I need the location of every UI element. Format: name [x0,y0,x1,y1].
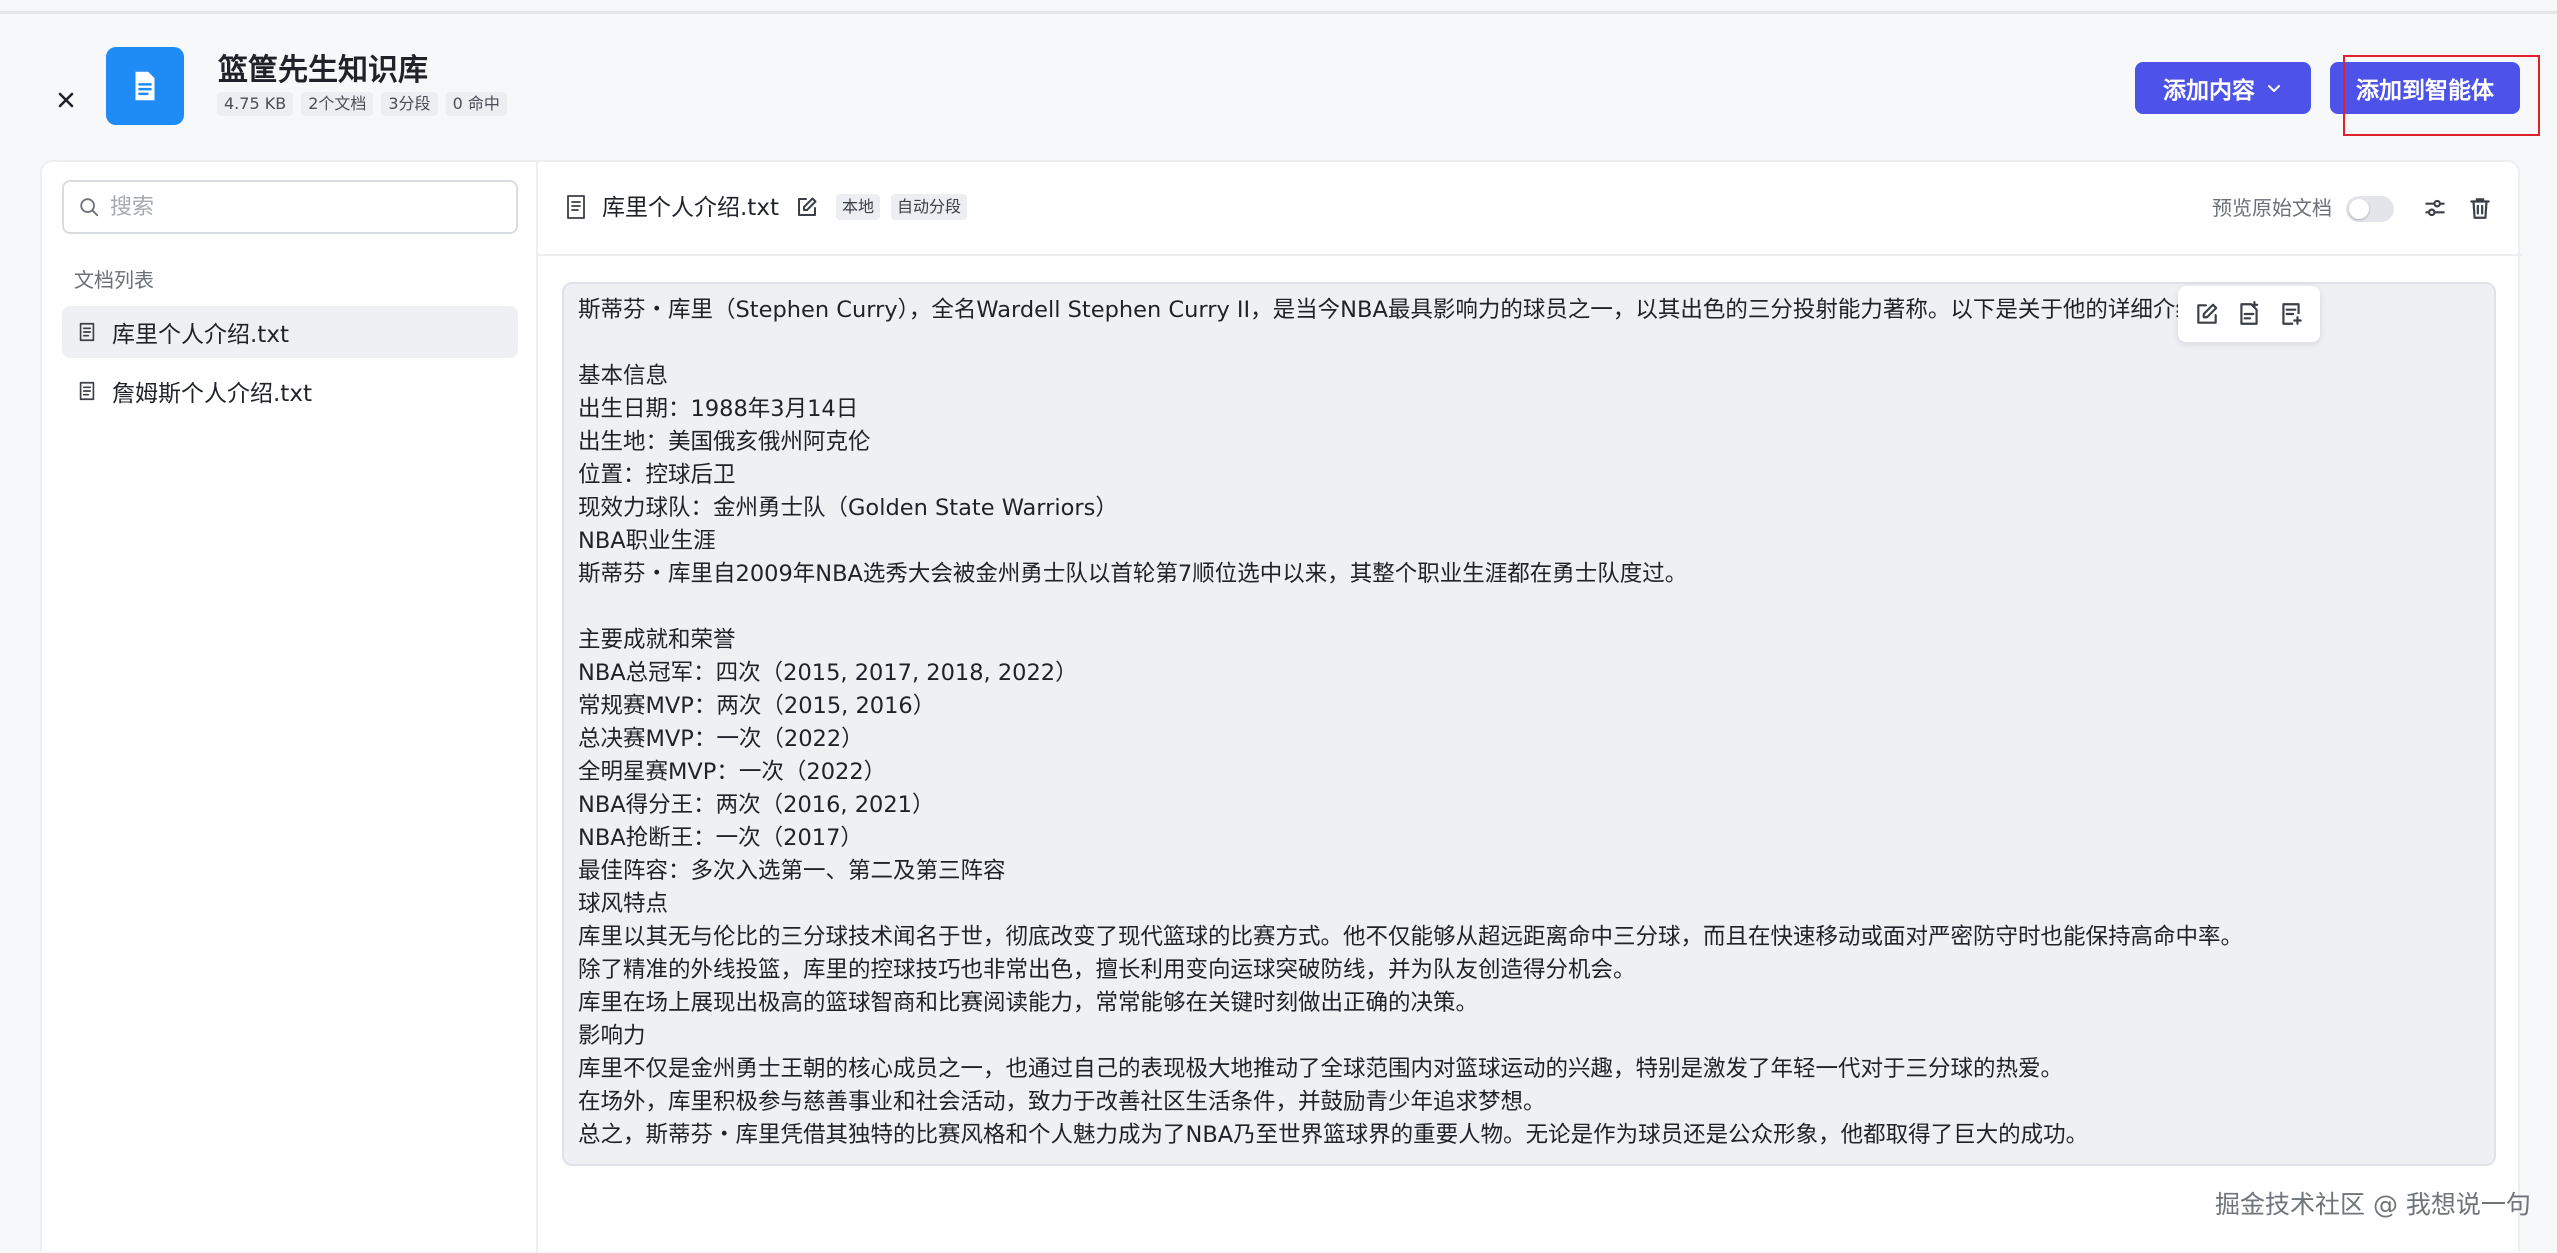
close-icon [58,92,74,108]
settings-sliders-icon [2425,199,2445,217]
doc-list-item[interactable]: 库里个人介绍.txt [62,306,518,358]
close-button[interactable] [50,84,82,116]
header: 篮筐先生知识库 4.75 KB 2个文档 3分段 0 命中 添加内容 添加到智能… [0,17,2557,157]
add-to-agent-label: 添加到智能体 [2356,78,2494,104]
file-icon [567,195,585,219]
sidebar: 文档列表 库里个人介绍.txt 詹姆斯个人介绍.txt [42,162,538,1253]
toggle-knob [2349,199,2369,219]
doc-list-item[interactable]: 詹姆斯个人介绍.txt [62,365,518,417]
document-toolbar: 库里个人介绍.txt 本地 自动分段 预览原始文档 [538,162,2522,256]
add-segment-below-icon [2282,303,2302,325]
source-tag: 本地 [836,194,881,220]
add-content-button[interactable]: 添加内容 [2135,62,2311,114]
edit-segment-button[interactable] [2194,301,2220,327]
trash-icon [2470,198,2490,219]
top-border [0,0,2557,14]
add-segment-above-button[interactable] [2236,301,2262,327]
add-segment-below-button[interactable] [2278,301,2304,327]
file-icon [79,381,95,401]
document-panel: 库里个人介绍.txt 本地 自动分段 预览原始文档 斯蒂芬・库里（Stephen… [538,162,2522,1253]
preview-original-toggle[interactable] [2346,196,2394,222]
stat-segment-count: 3分段 [381,92,438,116]
segment-settings-button[interactable] [2422,195,2448,221]
search-input[interactable] [110,194,490,220]
add-content-label: 添加内容 [2163,78,2255,104]
preview-original-label: 预览原始文档 [2212,196,2332,220]
content-frame: 文档列表 库里个人介绍.txt 詹姆斯个人介绍.txt 库里个人介绍.txt 本… [40,160,2522,1253]
stat-hit-count: 0 命中 [445,92,507,116]
stat-size: 4.75 KB [217,92,294,116]
document-icon [135,71,155,101]
search-icon [80,198,99,217]
add-segment-above-icon [2240,301,2259,325]
segment-mode-tag: 自动分段 [891,194,968,220]
document-name: 库里个人介绍.txt [602,195,779,221]
segment-actions [2178,286,2320,342]
edit-icon[interactable] [795,195,819,219]
doc-list-item-label: 詹姆斯个人介绍.txt [112,381,312,407]
watermark: 掘金技术社区 @ 我想说一句 [2215,1190,2531,1219]
add-to-agent-button[interactable]: 添加到智能体 [2330,62,2520,114]
segment-card[interactable]: 斯蒂芬・库里（Stephen Curry），全名Wardell Stephen … [562,282,2496,1166]
doc-list-item-label: 库里个人介绍.txt [112,322,289,348]
segment-content: 斯蒂芬・库里（Stephen Curry），全名Wardell Stephen … [578,297,2244,1148]
delete-document-button[interactable] [2467,195,2493,221]
chevron-down-icon [2268,85,2280,92]
doc-list-title: 文档列表 [74,268,154,292]
edit-icon [2197,303,2218,324]
search-field[interactable] [62,180,518,234]
kb-stats: 4.75 KB 2个文档 3分段 0 命中 [217,92,507,116]
page-title: 篮筐先生知识库 [218,53,428,88]
stat-doc-count: 2个文档 [301,92,374,116]
file-icon [79,322,95,342]
knowledge-base-icon [106,47,184,125]
